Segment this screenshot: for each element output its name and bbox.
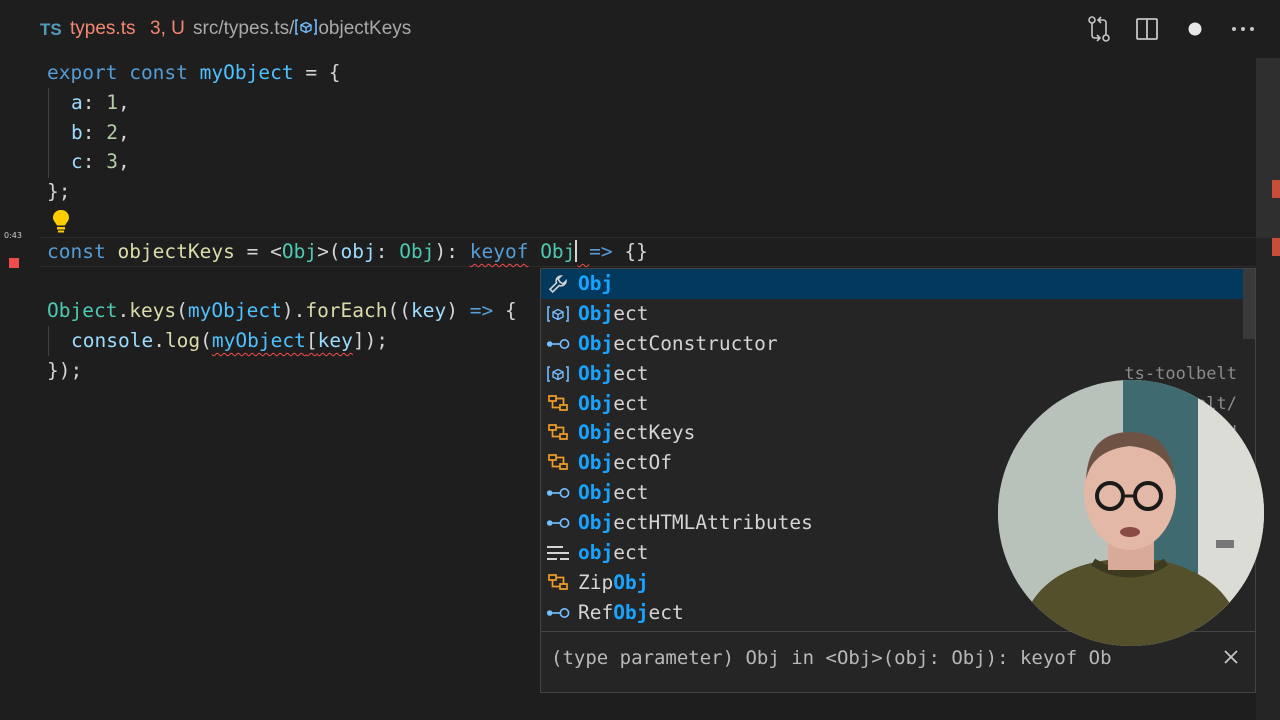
code-line-4: c: 3, xyxy=(71,150,130,173)
suggestion-scrollbar-thumb[interactable] xyxy=(1243,269,1255,339)
compare-changes-icon[interactable] xyxy=(1086,14,1112,44)
suggestion-label: object xyxy=(578,541,649,565)
class-icon xyxy=(546,572,570,594)
error-marker xyxy=(1272,180,1280,198)
suggestion-label: ZipObj xyxy=(578,570,649,594)
suggestion-item[interactable]: ObjectConstructor xyxy=(541,329,1255,359)
suggestion-label: Object xyxy=(578,361,649,385)
keyword-icon xyxy=(546,542,570,564)
typescript-file-icon: TS xyxy=(40,20,62,39)
variable-icon xyxy=(546,363,570,385)
variable-icon xyxy=(546,303,570,325)
file-name[interactable]: types.ts xyxy=(70,18,135,40)
error-marker xyxy=(1272,238,1280,256)
editor-scrollbar-thumb[interactable] xyxy=(1256,58,1280,238)
close-icon[interactable] xyxy=(1221,647,1241,667)
code-line-7: Object.keys(myObject).forEach((key) => { xyxy=(47,299,517,322)
presenter-video xyxy=(998,380,1264,646)
suggestion-item[interactable]: Obj xyxy=(541,269,1255,299)
editor-actions xyxy=(1086,14,1256,44)
code-line-9: }); xyxy=(47,359,83,382)
breadcrumb-symbol[interactable]: objectKeys xyxy=(318,18,411,39)
suggestion-label: ObjectHTMLAttributes xyxy=(578,511,813,535)
suggestion-label: Object xyxy=(578,391,649,415)
suggestion-label: Object xyxy=(578,481,649,505)
breadcrumb[interactable]: src/types.ts/objectKeys xyxy=(193,18,411,40)
code-line-6: const objectKeys = <Obj>(obj: Obj): keyo… xyxy=(47,240,648,263)
wrench-icon xyxy=(546,273,570,295)
class-icon xyxy=(546,422,570,444)
breakpoint-marker[interactable] xyxy=(9,258,19,268)
class-icon xyxy=(546,452,570,474)
more-actions-icon[interactable] xyxy=(1230,14,1256,44)
editor-tab-header: TS types.ts 3, U src/types.ts/objectKeys xyxy=(0,0,1280,58)
webcam-overlay xyxy=(998,380,1264,646)
unsaved-dot-icon[interactable] xyxy=(1182,14,1208,44)
interface-icon xyxy=(546,333,570,355)
code-line-1: export const myObject = { xyxy=(47,61,341,84)
suggestion-detail-text: (type parameter) Obj in <Obj>(obj: Obj):… xyxy=(551,647,1112,669)
suggestion-item[interactable]: Object xyxy=(541,299,1255,329)
code-line-5: }; xyxy=(47,180,71,203)
interface-icon xyxy=(546,512,570,534)
file-problem-status: 3, U xyxy=(150,18,185,39)
class-icon xyxy=(546,393,570,415)
code-line-8: console.log(myObject[key]); xyxy=(71,329,389,352)
suggestion-label: ObjectKeys xyxy=(578,421,696,445)
split-editor-icon[interactable] xyxy=(1134,14,1160,44)
suggestion-label: ObjectOf xyxy=(578,451,672,475)
indent-guide xyxy=(48,88,49,178)
interface-icon xyxy=(546,602,570,624)
recording-timer: 0:43 xyxy=(4,231,22,240)
lightbulb-icon[interactable] xyxy=(50,208,72,234)
indent-guide xyxy=(48,326,49,356)
suggestion-label: RefObject xyxy=(578,600,684,624)
code-line-2: a: 1, xyxy=(71,91,130,114)
suggestion-label: Obj xyxy=(578,272,614,295)
variable-icon xyxy=(295,19,318,35)
breadcrumb-path[interactable]: src/types.ts/ xyxy=(193,18,294,39)
code-line-3: b: 2, xyxy=(71,121,130,144)
suggestion-label: Object xyxy=(578,301,649,325)
interface-icon xyxy=(546,482,570,504)
suggestion-label: ObjectConstructor xyxy=(578,331,778,355)
